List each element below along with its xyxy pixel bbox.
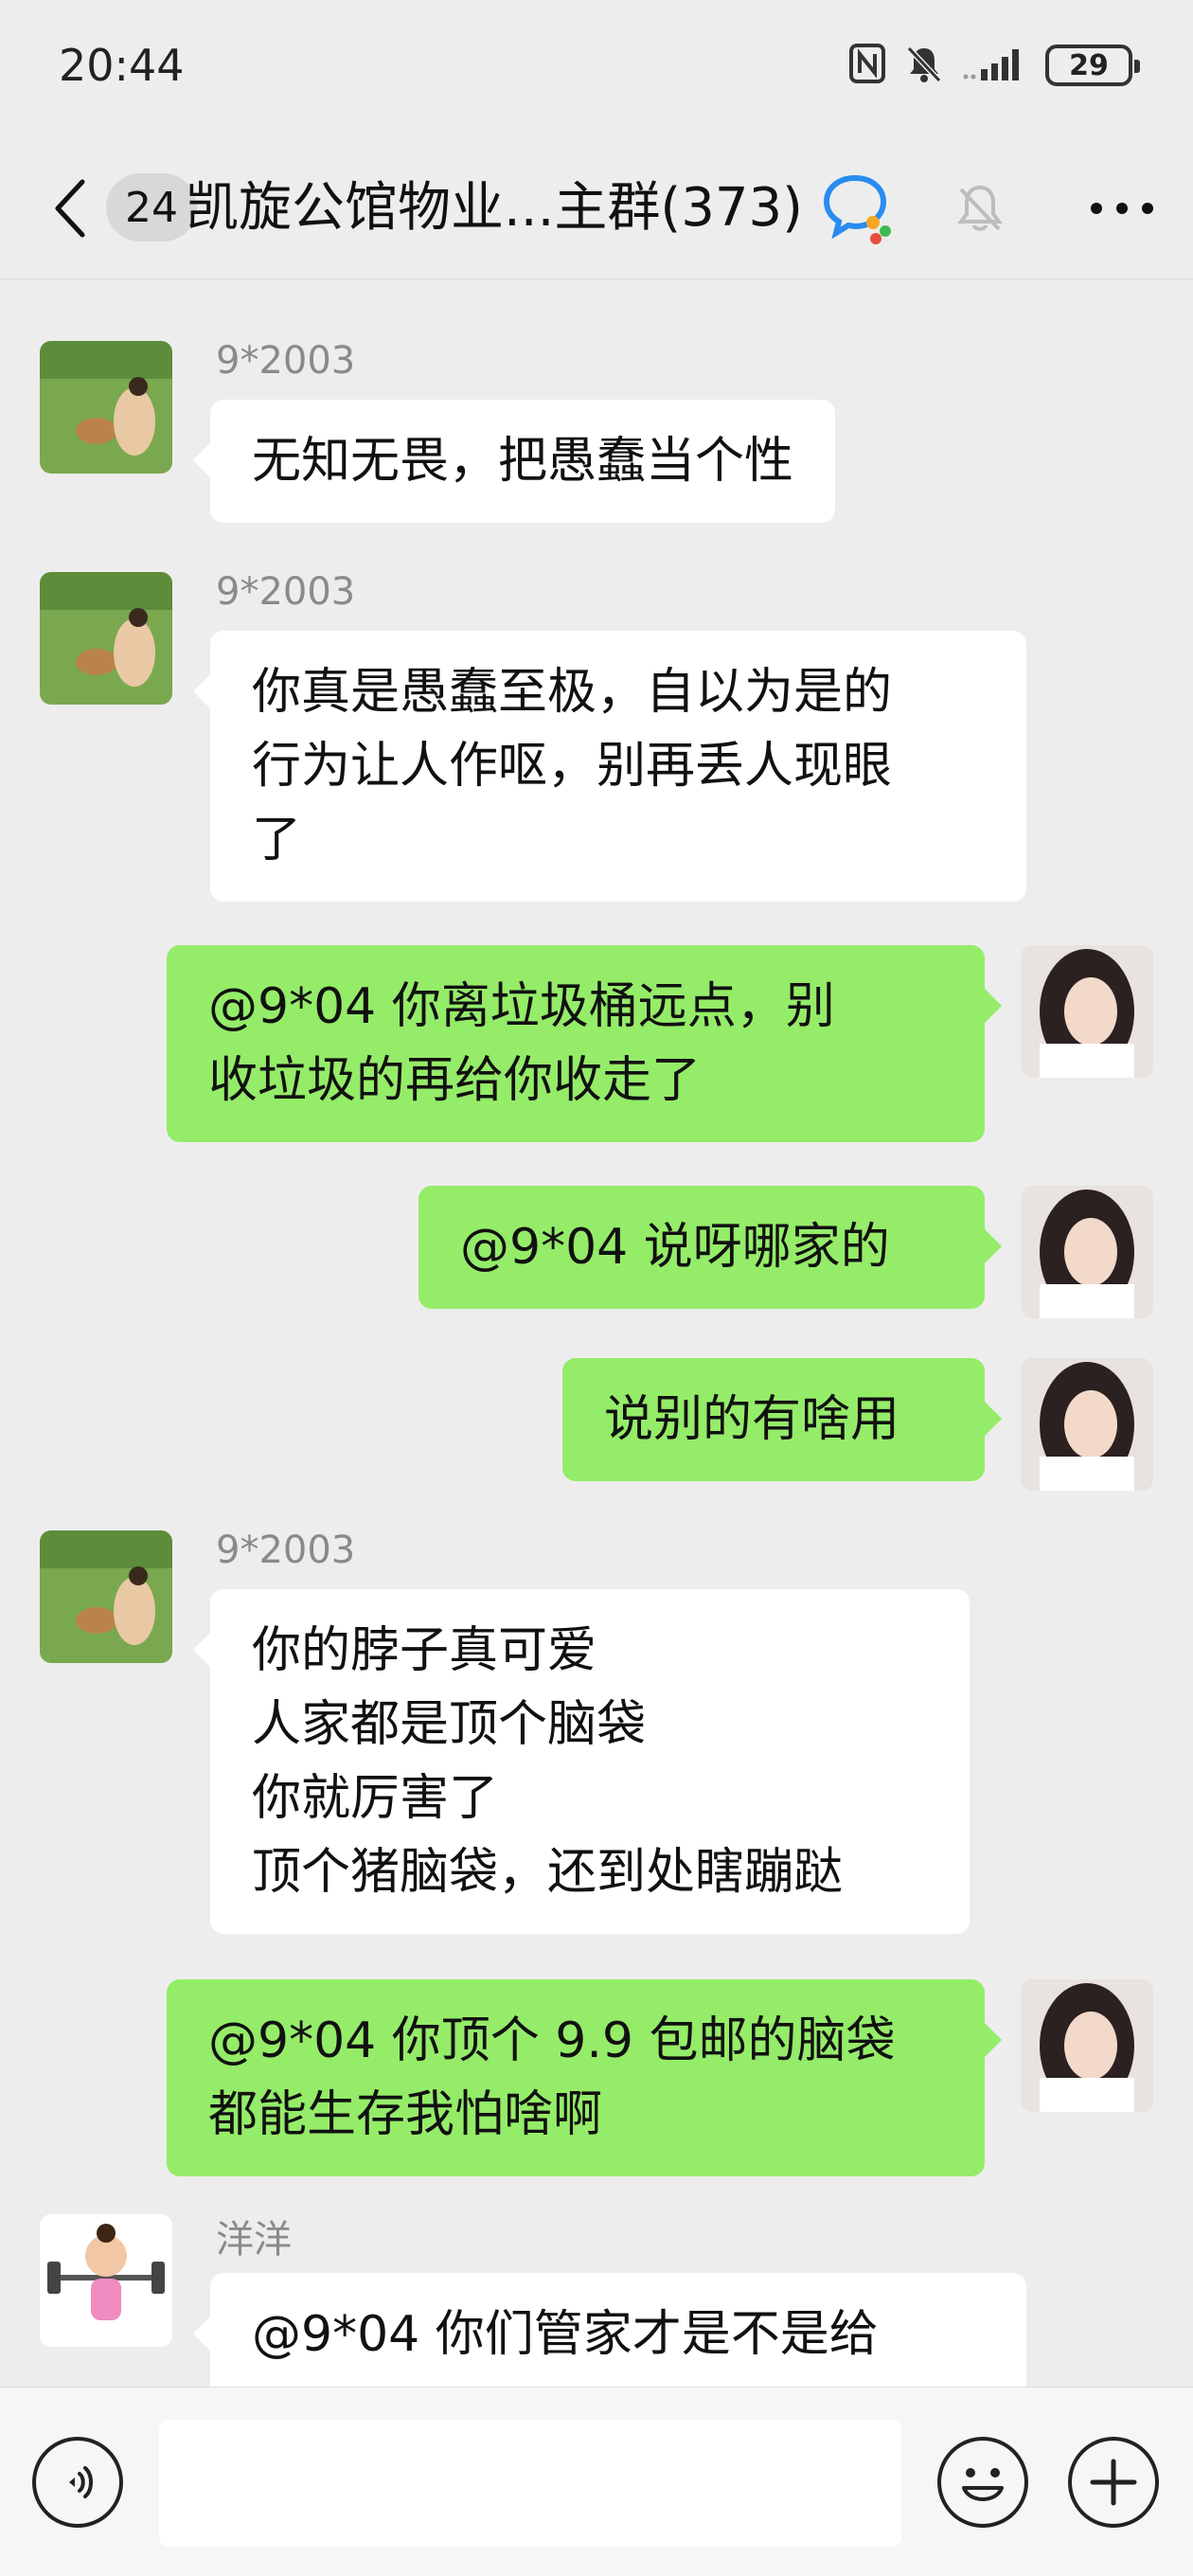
message-bubble[interactable]: 无知无畏，把愚蠢当个性	[192, 400, 836, 523]
status-icons: 29	[848, 42, 1140, 89]
sender-name: 9*2003	[216, 339, 356, 383]
message-input-bar	[0, 2387, 1193, 2576]
back-button[interactable]	[45, 175, 93, 242]
deer-landscape-avatar[interactable]	[40, 341, 172, 474]
message-bubble[interactable]: @9*04 你离垃圾桶远点，别 收垃圾的再给你收走了	[167, 945, 1002, 1142]
message-text-input[interactable]	[159, 2420, 901, 2547]
chat-message-list[interactable]: 9*2003 无知无畏，把愚蠢当个性 9*2003 你真是愚蠢至极，自以为是的 …	[0, 280, 1193, 2387]
message-incoming: 洋洋 @9*04 你们管家才是不是给	[0, 2169, 1193, 2387]
woman-portrait-avatar[interactable]	[1021, 945, 1153, 1078]
message-outgoing: @9*04 你离垃圾桶远点，别 收垃圾的再给你收走了	[0, 945, 1193, 1154]
message-bubble[interactable]: 你真是愚蠢至极，自以为是的 行为让人作呕，别再丢人现眼 了	[193, 631, 1026, 902]
status-bar: 20:44 29	[0, 0, 1193, 137]
voice-button[interactable]	[32, 2437, 123, 2528]
back-icon	[55, 179, 85, 238]
message-outgoing: @9*04 你顶个 9.9 包邮的脑袋 都能生存我怕啥啊	[0, 1979, 1193, 2188]
sender-name: 9*2003	[216, 1529, 356, 1572]
signal-icon	[962, 45, 1028, 86]
more-button[interactable]	[1079, 166, 1165, 251]
message-bubble[interactable]: 你的脖子真可爱 人家都是顶个脑袋 你就厉害了 顶个猪脑袋，还到处瞎蹦跶	[193, 1589, 970, 1934]
emoji-icon	[962, 2468, 1004, 2501]
battery-icon: 29	[1045, 45, 1140, 86]
mute-bell-icon	[957, 185, 1003, 231]
deer-landscape-avatar[interactable]	[40, 572, 172, 705]
message-bubble[interactable]: 说别的有啥用	[562, 1358, 1002, 1481]
voice-icon	[69, 2466, 93, 2498]
plus-button[interactable]	[1068, 2437, 1159, 2528]
chat-bubble-icon	[823, 174, 891, 244]
chat-title: 凯旋公馆物业...主群(373)	[186, 177, 803, 239]
emoji-button[interactable]	[937, 2437, 1028, 2528]
unread-count-badge[interactable]: 24	[106, 173, 197, 242]
woman-portrait-avatar[interactable]	[1021, 1979, 1153, 2112]
message-bubble[interactable]: @9*04 你们管家才是不是给	[193, 2273, 1026, 2387]
deer-landscape-avatar[interactable]	[40, 1530, 172, 1663]
status-time: 20:44	[59, 40, 185, 91]
silent-icon	[903, 43, 945, 88]
woman-portrait-avatar[interactable]	[1021, 1186, 1153, 1318]
message-incoming: 9*2003 你真是愚蠢至极，自以为是的 行为让人作呕，别再丢人现眼 了	[0, 511, 1193, 909]
message-bubble[interactable]: @9*04 说呀哪家的	[418, 1186, 1002, 1309]
weightlifter-cartoon-avatar[interactable]	[40, 2214, 172, 2347]
mute-bell-button[interactable]	[937, 166, 1023, 251]
chat-bubble-button[interactable]	[814, 166, 899, 251]
sender-name: 洋洋	[216, 2218, 292, 2262]
plus-icon	[1090, 2459, 1137, 2506]
chat-header: 24 凯旋公馆物业...主群(373)	[0, 137, 1193, 279]
message-incoming: 9*2003 你的脖子真可爱 人家都是顶个脑袋 你就厉害了 顶个猪脑袋，还到处瞎…	[0, 1470, 1193, 1934]
sender-name: 9*2003	[216, 570, 356, 614]
header-actions	[814, 166, 1193, 251]
more-icon	[1091, 203, 1153, 214]
message-bubble[interactable]: @9*04 你顶个 9.9 包邮的脑袋 都能生存我怕啥啊	[167, 1979, 1002, 2176]
message-incoming: 9*2003 无知无畏，把愚蠢当个性	[0, 280, 1193, 546]
nfc-icon	[848, 43, 886, 88]
message-outgoing: @9*04 说呀哪家的	[0, 1186, 1193, 1328]
